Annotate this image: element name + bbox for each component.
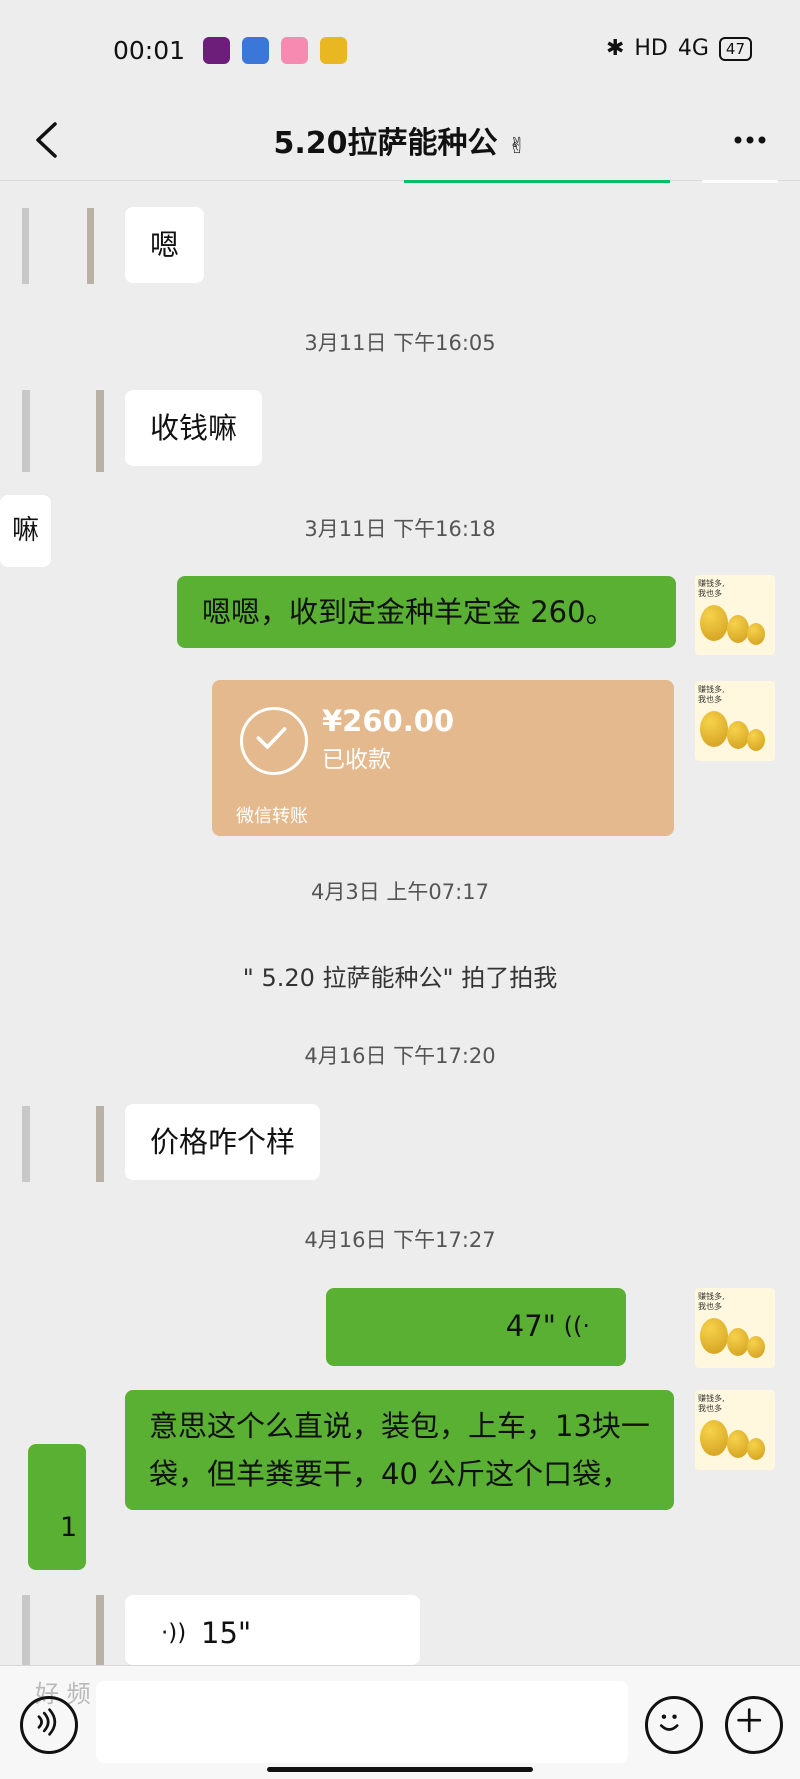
emoji-icon[interactable] [645, 1696, 703, 1754]
contact-avatar[interactable] [22, 1595, 104, 1665]
player-app-icon [242, 37, 269, 64]
video-app-icon [203, 37, 230, 64]
my-avatar[interactable]: 赚钱多, 我也多 [695, 575, 775, 655]
system-notice: " 5.20 拉萨能种公" 拍了拍我 [242, 964, 558, 992]
timestamp: 3月11日 下午16:05 [304, 331, 496, 355]
duck-image [700, 1420, 728, 1456]
avatar-caption: 赚钱多, 我也多 [698, 1394, 725, 1413]
transfer-status: 已收款 [322, 747, 391, 773]
my-avatar[interactable]: 赚钱多, 我也多 [695, 681, 775, 761]
more-icon[interactable] [728, 118, 772, 162]
timestamp: 3月11日 下午16:18 [304, 517, 496, 541]
battery-indicator: 47 [718, 36, 752, 61]
status-time: 00:01 [113, 36, 186, 65]
cropped-bubble[interactable]: 1 [28, 1444, 86, 1570]
timestamp: 4月16日 下午17:20 [304, 1044, 496, 1068]
chat-title-text: 5.20拉萨能种公 [273, 126, 498, 161]
avatar-caption: 赚钱多, 我也多 [698, 579, 725, 598]
duck-image [727, 1430, 749, 1458]
chat-title: 5.20拉萨能种公 ✌ [0, 118, 800, 162]
signal-label: 4G [677, 36, 709, 61]
message-bubble-incoming[interactable]: 价格咋个样 [125, 1104, 321, 1180]
message-bubble-incoming[interactable]: 嗯 [125, 207, 205, 283]
voice-duration: 15" [201, 1616, 252, 1650]
voice-icon[interactable] [20, 1696, 78, 1754]
bluetooth-icon: ✱ [605, 36, 625, 61]
check-icon [240, 707, 308, 775]
cropped-bubble-text: 1 [60, 1512, 78, 1543]
duck-image [747, 1336, 765, 1358]
duck-image [747, 1438, 765, 1460]
avatar-caption: 赚钱多, 我也多 [698, 1292, 725, 1311]
transfer-amount: ¥260.00 [322, 704, 455, 738]
contact-avatar[interactable] [22, 208, 94, 284]
status-bar: 00:01 ✱ HD 4G 47 [0, 0, 800, 100]
voice-duration: 47" [505, 1309, 556, 1343]
duck-image [700, 711, 728, 747]
voice-message-outgoing[interactable]: 47" ((· [326, 1288, 626, 1366]
duck-image [700, 1318, 728, 1354]
duck-image [727, 615, 749, 643]
timestamp: 4月16日 下午17:27 [304, 1228, 496, 1252]
avatar-caption: 赚钱多, 我也多 [698, 685, 725, 704]
message-bubble-incoming[interactable]: 收钱嘛 [125, 390, 263, 466]
timestamp: 4月3日 上午07:17 [311, 880, 489, 904]
header-accent-line [404, 180, 670, 183]
chat-header: 5.20拉萨能种公 ✌ [0, 100, 800, 181]
duck-image [727, 1328, 749, 1356]
transfer-brand: 微信转账 [236, 806, 308, 827]
message-bubble-transcript[interactable]: 意思这个么直说，装包，上车，13块一袋，但羊粪要干，40 公斤这个口袋， [125, 1390, 674, 1510]
victory-hand-icon: ✌ [508, 134, 527, 159]
my-avatar[interactable]: 赚钱多, 我也多 [695, 1288, 775, 1368]
transfer-card[interactable]: ¥260.00 已收款 微信转账 [212, 680, 674, 836]
network-label: HD [634, 36, 668, 61]
header-accent-line-right [702, 180, 778, 183]
contact-avatar[interactable] [22, 390, 104, 472]
contact-avatar[interactable] [22, 1106, 104, 1182]
status-right: ✱ HD 4G 47 [606, 36, 752, 61]
audio-wave-icon: ((· [563, 1312, 590, 1340]
home-indicator[interactable] [267, 1767, 533, 1772]
duck-image [700, 605, 728, 641]
duck-image [747, 623, 765, 645]
duck-image [747, 729, 765, 751]
duck-image [727, 721, 749, 749]
my-avatar[interactable]: 赚钱多, 我也多 [695, 1390, 775, 1470]
message-input[interactable] [96, 1681, 628, 1763]
camera-app-icon [281, 37, 308, 64]
voice-message-incoming[interactable]: ·)) 15" [125, 1595, 420, 1665]
plus-icon[interactable] [725, 1696, 783, 1754]
audio-wave-icon: ·)) [161, 1620, 187, 1646]
notes-app-icon [320, 37, 347, 64]
message-bubble-outgoing[interactable]: 嗯嗯，收到定金种羊定金 260。 [177, 576, 676, 648]
notification-icons [203, 37, 347, 64]
